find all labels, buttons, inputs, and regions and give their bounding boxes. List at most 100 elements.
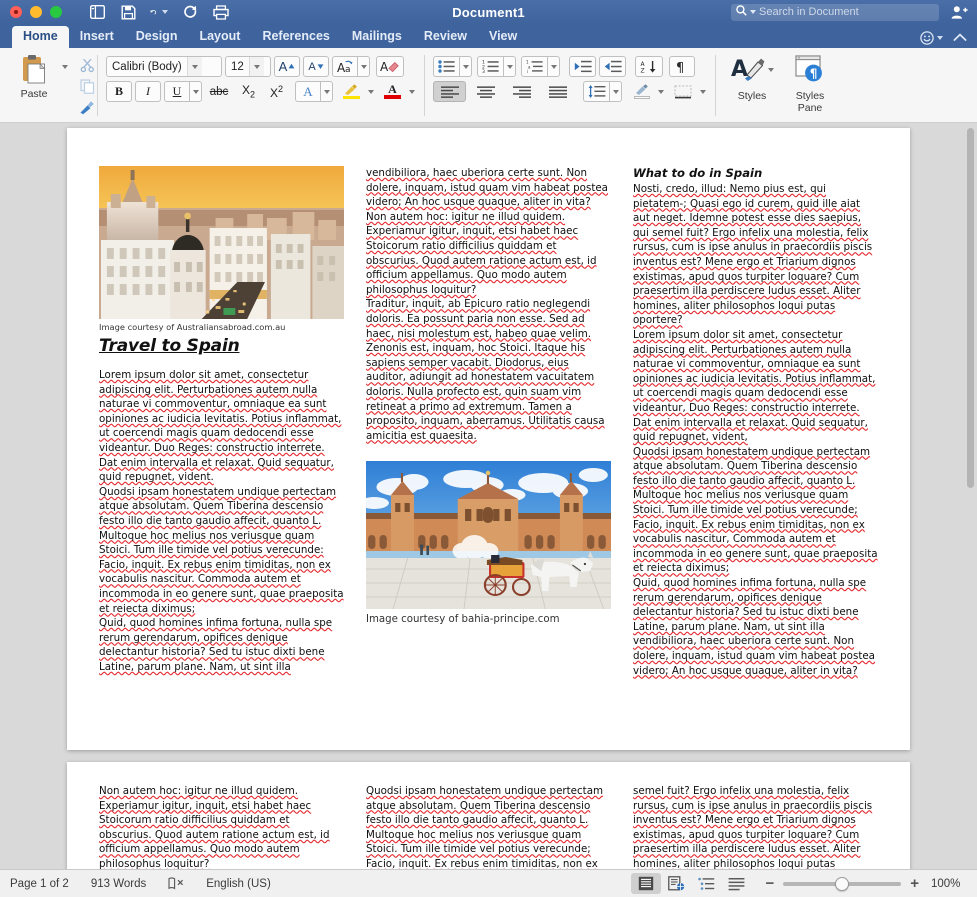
shading-control[interactable]: [629, 81, 667, 102]
superscript-button[interactable]: X2: [264, 81, 289, 102]
zoom-in-button[interactable]: +: [910, 876, 919, 891]
numbering-control[interactable]: 123: [477, 56, 516, 77]
plaza-espana-seville-image[interactable]: [366, 461, 611, 610]
minimize-window-button[interactable]: [30, 6, 42, 18]
vertical-scrollbar-thumb[interactable]: [967, 128, 974, 488]
change-case-button[interactable]: Aa: [332, 56, 357, 77]
text-effects-control[interactable]: A: [295, 81, 333, 102]
tab-home[interactable]: Home: [12, 26, 69, 48]
text-effects-button[interactable]: A: [295, 81, 320, 102]
multilevel-chevron-down-icon[interactable]: [547, 56, 560, 77]
align-justify-icon[interactable]: [541, 81, 574, 102]
bullets-chevron-down-icon[interactable]: [459, 56, 472, 77]
highlight-chevron-down-icon[interactable]: [364, 81, 377, 102]
vertical-scrollbar[interactable]: [966, 126, 975, 865]
line-spacing-chevron-down-icon[interactable]: [609, 81, 622, 102]
bold-button[interactable]: B: [106, 81, 132, 102]
font-name-combo[interactable]: Calibri (Body): [106, 56, 222, 77]
draft-view-button[interactable]: [721, 873, 751, 894]
shrink-font-button[interactable]: A: [303, 56, 329, 77]
shading-icon[interactable]: [629, 81, 654, 102]
bullet-list-icon[interactable]: [433, 56, 459, 77]
tab-view[interactable]: View: [478, 26, 528, 48]
font-color-control[interactable]: A: [380, 81, 418, 102]
save-icon[interactable]: [119, 3, 137, 21]
tab-references[interactable]: References: [251, 26, 340, 48]
underline-control[interactable]: U: [164, 81, 202, 102]
document-canvas[interactable]: Image courtesy of Australiansabroad.com.…: [0, 123, 977, 869]
document-page-2[interactable]: Non autem hoc: igitur ne illud quidem. E…: [67, 762, 910, 869]
search-input[interactable]: [759, 6, 934, 18]
strikethrough-button[interactable]: abc: [205, 81, 233, 102]
align-center-icon[interactable]: [469, 81, 502, 102]
zoom-out-button[interactable]: −: [765, 876, 774, 891]
align-right-icon[interactable]: [505, 81, 538, 102]
share-person-icon[interactable]: [949, 3, 969, 21]
borders-control[interactable]: [670, 81, 709, 102]
document-page-1[interactable]: Image courtesy of Australiansabroad.com.…: [67, 128, 910, 750]
bullets-control[interactable]: [433, 56, 472, 77]
feedback-smiley-button[interactable]: [920, 30, 943, 45]
tab-insert[interactable]: Insert: [69, 26, 125, 48]
sidebar-toggle-icon[interactable]: [88, 3, 106, 21]
close-window-button[interactable]: [10, 6, 22, 18]
change-case-chevron-down-icon[interactable]: [357, 56, 370, 77]
line-spacing-icon[interactable]: [583, 81, 609, 102]
font-color-chevron-down-icon[interactable]: [405, 81, 418, 102]
line-spacing-control[interactable]: [583, 81, 622, 102]
search-box[interactable]: [731, 3, 939, 21]
font-color-button[interactable]: A: [380, 81, 405, 102]
search-options-chevron-down-icon[interactable]: [750, 10, 756, 14]
paste-options-chevron-down-icon[interactable]: [58, 51, 71, 83]
word-count[interactable]: 913 Words: [91, 878, 146, 890]
cut-scissors-icon[interactable]: [77, 56, 97, 74]
decrease-indent-icon[interactable]: [569, 56, 596, 77]
zoom-level-value[interactable]: 100%: [931, 878, 967, 890]
tab-layout[interactable]: Layout: [188, 26, 251, 48]
paste-button[interactable]: Paste: [10, 51, 58, 100]
web-layout-view-button[interactable]: [661, 873, 691, 894]
font-size-combo[interactable]: 12: [225, 56, 271, 77]
tab-review[interactable]: Review: [413, 26, 478, 48]
font-name-chevron-down-icon[interactable]: [186, 57, 202, 76]
highlight-control[interactable]: [339, 81, 377, 102]
outline-view-button[interactable]: [691, 873, 721, 894]
language-indicator[interactable]: English (US): [206, 878, 271, 890]
font-size-chevron-down-icon[interactable]: [248, 57, 264, 76]
highlight-button[interactable]: [339, 81, 364, 102]
print-layout-view-button[interactable]: [631, 873, 662, 894]
proofing-errors-icon[interactable]: [168, 877, 184, 890]
styles-pane-button[interactable]: ¶ Styles Pane: [784, 54, 836, 114]
undo-icon[interactable]: [150, 3, 168, 21]
underline-chevron-down-icon[interactable]: [189, 81, 202, 102]
print-icon[interactable]: [212, 3, 230, 21]
italic-button[interactable]: I: [135, 81, 161, 102]
madrid-skyline-image[interactable]: [99, 166, 344, 319]
change-case-control[interactable]: Aa: [332, 56, 370, 77]
multilevel-control[interactable]: 1ai: [521, 56, 560, 77]
styles-button[interactable]: A Styles: [726, 54, 778, 102]
clear-formatting-button[interactable]: A: [376, 56, 404, 77]
shading-chevron-down-icon[interactable]: [654, 81, 667, 102]
sort-az-icon[interactable]: AZ: [635, 56, 663, 77]
underline-button[interactable]: U: [164, 81, 189, 102]
grow-font-button[interactable]: A: [274, 56, 300, 77]
zoom-slider-thumb[interactable]: [835, 876, 850, 891]
zoom-slider[interactable]: [783, 876, 902, 891]
align-left-icon[interactable]: [433, 81, 466, 102]
zoom-control[interactable]: − +: [765, 876, 919, 891]
multilevel-list-icon[interactable]: 1ai: [521, 56, 547, 77]
tab-mailings[interactable]: Mailings: [341, 26, 413, 48]
borders-chevron-down-icon[interactable]: [696, 81, 709, 102]
copy-icon[interactable]: [77, 77, 97, 95]
numbered-list-icon[interactable]: 123: [477, 56, 503, 77]
redo-icon[interactable]: [181, 3, 199, 21]
page-indicator[interactable]: Page 1 of 2: [10, 878, 69, 890]
tab-design[interactable]: Design: [125, 26, 189, 48]
pilcrow-icon[interactable]: ¶: [669, 56, 695, 77]
borders-icon[interactable]: [670, 81, 696, 102]
collapse-ribbon-chevron-up-icon[interactable]: [953, 30, 967, 45]
subscript-button[interactable]: X2: [236, 81, 261, 102]
text-effects-chevron-down-icon[interactable]: [320, 81, 333, 102]
maximize-window-button[interactable]: [50, 6, 62, 18]
